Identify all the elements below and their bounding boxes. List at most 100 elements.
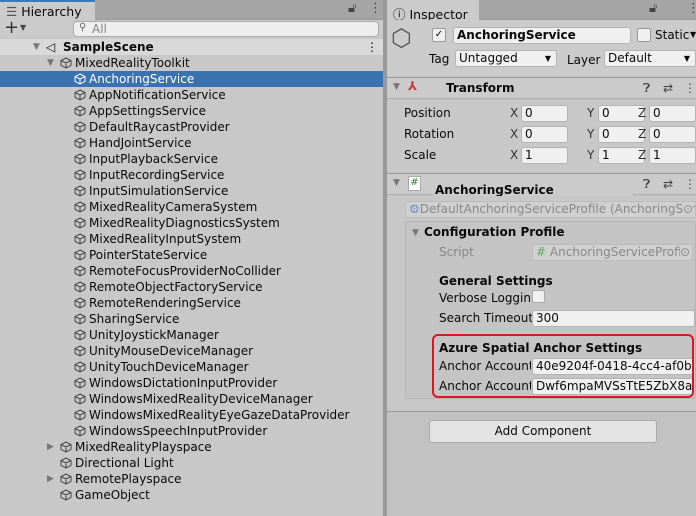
scale-x-input[interactable]: 1: [521, 147, 568, 164]
component-header[interactable]: ▼ # AnchoringService ❓︎ ⇄ ⋮: [387, 173, 696, 199]
rotation-z-input[interactable]: 0: [649, 126, 696, 143]
hierarchy-item[interactable]: InputSimulationService: [0, 183, 383, 199]
chevron-down-icon[interactable]: ▼: [20, 23, 26, 32]
hierarchy-item[interactable]: GameObject: [0, 487, 383, 503]
hierarchy-item[interactable]: AnchoringService: [0, 71, 383, 87]
axis-label-z[interactable]: Z: [638, 127, 646, 141]
hierarchy-item[interactable]: UnityMouseDeviceManager: [0, 343, 383, 359]
scene-row[interactable]: ▼ ◁ SampleScene ⋮: [0, 39, 383, 55]
expand-triangle-icon[interactable]: ▼: [33, 39, 40, 55]
rotation-x-input[interactable]: 0: [521, 126, 568, 143]
hierarchy-item[interactable]: MixedRealityCameraSystem: [0, 199, 383, 215]
lock-icon[interactable]: 🔓︎: [348, 1, 356, 16]
hierarchy-item[interactable]: DefaultRaycastProvider: [0, 119, 383, 135]
more-icon[interactable]: ⋮: [684, 81, 696, 95]
hierarchy-item[interactable]: SharingService: [0, 311, 383, 327]
item-label: GameObject: [75, 488, 150, 502]
more-icon[interactable]: ⋮: [687, 1, 696, 16]
verbose-logging-label: Verbose Logging: [439, 291, 531, 305]
object-picker-icon[interactable]: ⊙: [682, 202, 693, 217]
item-label: RemoteObjectFactoryService: [89, 280, 263, 294]
scale-z-input[interactable]: 1: [649, 147, 696, 164]
axis-label-y[interactable]: Y: [587, 148, 594, 162]
hierarchy-item[interactable]: UnityTouchDeviceManager: [0, 359, 383, 375]
profile-field[interactable]: ⚙DefaultAnchoringServiceProfile (Anchori…: [405, 201, 696, 218]
hierarchy-item[interactable]: WindowsMixedRealityEyeGazeDataProvider: [0, 407, 383, 423]
cube-icon[interactable]: ⬡: [391, 24, 412, 52]
hierarchy-item[interactable]: WindowsSpeechInputProvider: [0, 423, 383, 439]
search-timeout-input[interactable]: 300: [532, 310, 695, 327]
gameobject-icon: [74, 409, 86, 421]
axis-label-x[interactable]: X: [510, 106, 518, 120]
position-z-input[interactable]: 0: [649, 105, 696, 122]
hierarchy-item[interactable]: MixedRealityDiagnosticsSystem: [0, 215, 383, 231]
lock-icon[interactable]: 🔓︎: [649, 1, 657, 16]
axis-label-y[interactable]: Y: [587, 127, 594, 141]
hierarchy-item[interactable]: PointerStateService: [0, 247, 383, 263]
hierarchy-item[interactable]: ▼ MixedRealityToolkit: [0, 55, 383, 71]
collapse-triangle-icon[interactable]: ▼: [393, 82, 400, 92]
gameobject-icon: [74, 185, 86, 197]
more-icon[interactable]: ⋮: [369, 1, 382, 16]
axis-label-y[interactable]: Y: [587, 106, 594, 120]
axis-label-z[interactable]: Z: [638, 148, 646, 162]
collapsed-triangle-icon[interactable]: ▶: [47, 471, 54, 487]
search-input[interactable]: ⚲ All: [73, 21, 379, 37]
hierarchy-item[interactable]: ▶ RemotePlayspace: [0, 471, 383, 487]
gameobject-icon: [60, 457, 72, 469]
transform-body: Position X 0 Y 0 Z 0 Rotation X 0 Y 0 Z 0 Scale X 1 Y 1 Z 1: [387, 100, 696, 172]
object-picker-icon[interactable]: ⊙: [679, 245, 690, 260]
item-label: RemotePlayspace: [75, 472, 182, 486]
collapse-triangle-icon[interactable]: ▼: [393, 178, 400, 188]
name-field[interactable]: AnchoringService: [453, 27, 631, 44]
script-field[interactable]: # AnchoringServiceProfil ⊙: [532, 244, 693, 261]
verbose-logging-checkbox[interactable]: [532, 290, 545, 303]
hierarchy-item[interactable]: InputRecordingService: [0, 167, 383, 183]
hierarchy-item[interactable]: RemoteFocusProviderNoCollider: [0, 263, 383, 279]
presets-icon[interactable]: ⇄: [663, 177, 673, 191]
transform-header[interactable]: ▼ ⅄ Transform ❓︎ ⇄ ⋮: [387, 77, 696, 99]
item-label: RemoteRenderingService: [89, 296, 241, 310]
gameobject-icon: [74, 329, 86, 341]
active-checkbox[interactable]: ✓: [432, 28, 446, 42]
static-checkbox[interactable]: [637, 28, 651, 42]
add-button[interactable]: +: [4, 17, 19, 38]
hierarchy-item[interactable]: AppNotificationService: [0, 87, 383, 103]
more-icon[interactable]: ⋮: [366, 39, 378, 55]
add-component-button[interactable]: Add Component: [429, 420, 657, 443]
collapse-triangle-icon[interactable]: ▼: [412, 228, 419, 238]
expand-triangle-icon[interactable]: ▼: [47, 55, 54, 71]
chevron-down-icon[interactable]: ▼: [690, 30, 696, 39]
presets-icon[interactable]: ⇄: [663, 81, 673, 95]
chevron-down-icon: ▼: [544, 54, 551, 63]
hierarchy-item[interactable]: UnityJoystickManager: [0, 327, 383, 343]
hierarchy-item[interactable]: Directional Light: [0, 455, 383, 471]
item-label: MixedRealityCameraSystem: [89, 200, 258, 214]
hierarchy-item[interactable]: HandJointService: [0, 135, 383, 151]
hierarchy-item[interactable]: RemoteRenderingService: [0, 295, 383, 311]
tab-inspector[interactable]: ⓘ Inspector: [387, 0, 479, 22]
script-icon: #: [408, 176, 421, 191]
hierarchy-item[interactable]: ▶ MixedRealityPlayspace: [0, 439, 383, 455]
tag-dropdown[interactable]: Untagged ▼: [455, 50, 557, 67]
hierarchy-item[interactable]: AppSettingsService: [0, 103, 383, 119]
axis-label-z[interactable]: Z: [638, 106, 646, 120]
hierarchy-item[interactable]: InputPlaybackService: [0, 151, 383, 167]
hierarchy-item[interactable]: RemoteObjectFactoryService: [0, 279, 383, 295]
gameobject-icon: [60, 489, 72, 501]
static-label[interactable]: Static: [655, 28, 689, 42]
help-icon[interactable]: ❓︎: [643, 81, 650, 96]
hierarchy-item[interactable]: WindowsDictationInputProvider: [0, 375, 383, 391]
axis-label-x[interactable]: X: [510, 148, 518, 162]
position-x-input[interactable]: 0: [521, 105, 568, 122]
axis-label-x[interactable]: X: [510, 127, 518, 141]
help-icon[interactable]: ❓︎: [643, 177, 650, 192]
hierarchy-item[interactable]: WindowsMixedRealityDeviceManager: [0, 391, 383, 407]
collapsed-triangle-icon[interactable]: ▶: [47, 439, 54, 455]
layer-dropdown[interactable]: Default ▼: [604, 50, 696, 67]
hierarchy-item[interactable]: MixedRealityInputSystem: [0, 231, 383, 247]
transform-icon: ⅄: [408, 79, 418, 93]
more-icon[interactable]: ⋮: [684, 177, 696, 191]
layer-value: Default: [608, 51, 652, 65]
item-label: RemoteFocusProviderNoCollider: [89, 264, 281, 278]
